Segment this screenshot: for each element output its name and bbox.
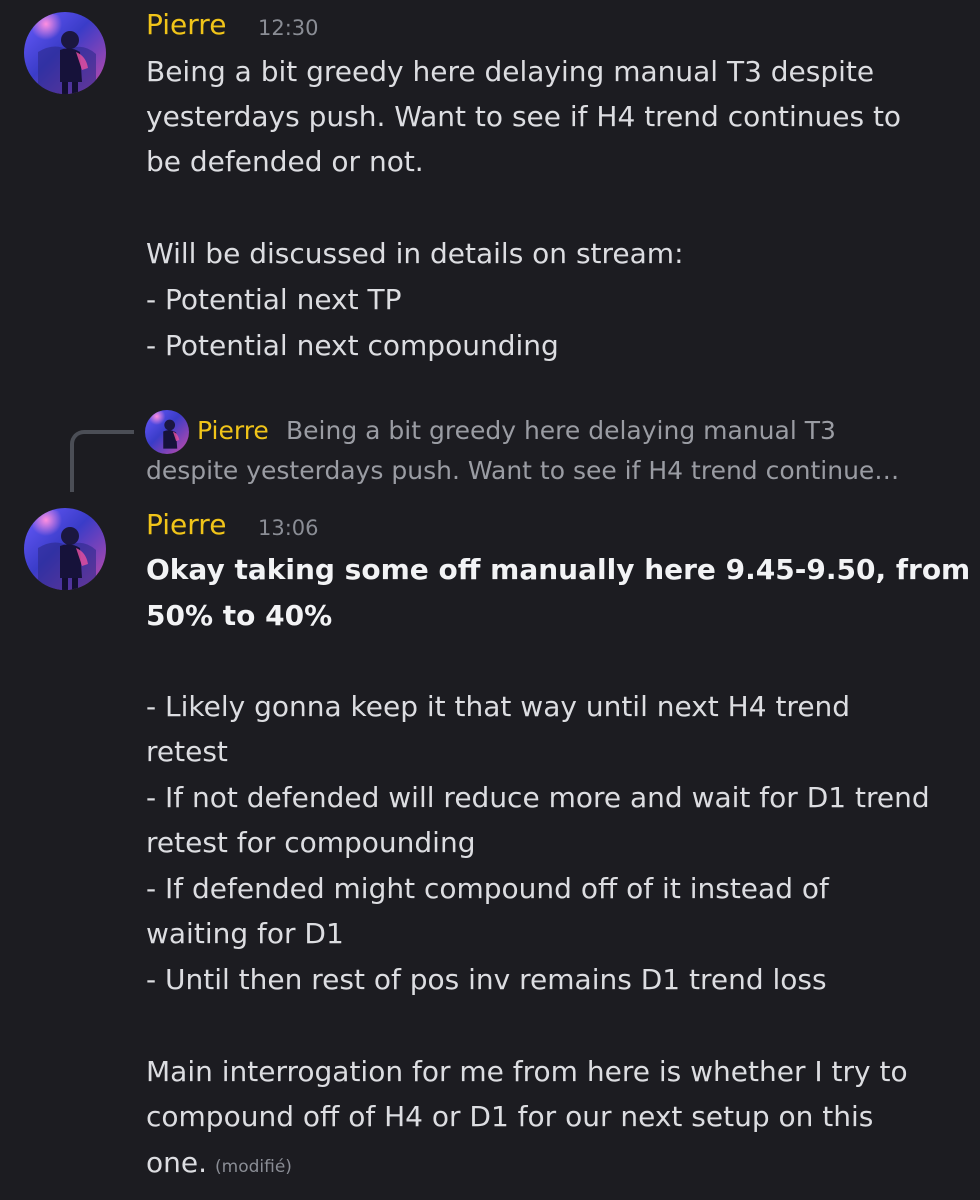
message-last-line: one. (modifié) [146,1146,292,1179]
user-avatar[interactable] [24,508,106,590]
message-text-line: - Until then rest of pos inv remains D1 … [146,963,827,996]
edited-label: (modifié) [215,1157,292,1177]
user-avatar-icon [24,508,106,590]
message-text-line: compound off of H4 or D1 for our next se… [146,1100,874,1133]
reply-avatar[interactable] [145,410,189,454]
message-text-line: retest for compounding [146,826,476,859]
user-avatar-icon [145,410,189,454]
message-text-line: - Likely gonna keep it that way until ne… [146,690,851,723]
message-text-line: Will be discussed in details on stream: [146,237,684,270]
message-text-line: - Potential next TP [146,283,402,316]
message-text-line: Main interrogation for me from here is w… [146,1055,908,1088]
reply-author[interactable]: Pierre [197,416,269,445]
message-text-line: - If defended might compound off of it i… [146,872,829,905]
reply-connector [70,430,134,492]
message-text-line: be defended or not. [146,145,424,178]
reply-preview-text[interactable]: despite yesterdays push. Want to see if … [146,456,899,485]
message-author[interactable]: Pierre [146,8,226,41]
message-bold-line: Okay taking some off manually here 9.45-… [146,553,971,586]
message-text-line: - Potential next compounding [146,329,559,362]
message-text-fragment: one. [146,1146,208,1179]
message-timestamp: 13:06 [258,516,319,540]
user-avatar-icon [24,12,106,94]
message-timestamp: 12:30 [258,16,319,40]
message-text-line: yesterdays push. Want to see if H4 trend… [146,100,902,133]
message-text-line: Being a bit greedy here delaying manual … [146,55,875,88]
message-text-line: - If not defended will reduce more and w… [146,781,930,814]
message-text-line: retest [146,735,228,768]
reply-preview-text[interactable]: Being a bit greedy here delaying manual … [286,416,836,445]
message-text-line: waiting for D1 [146,917,344,950]
message-bold-line: 50% to 40% [146,599,333,632]
message-author[interactable]: Pierre [146,508,226,541]
user-avatar[interactable] [24,12,106,94]
